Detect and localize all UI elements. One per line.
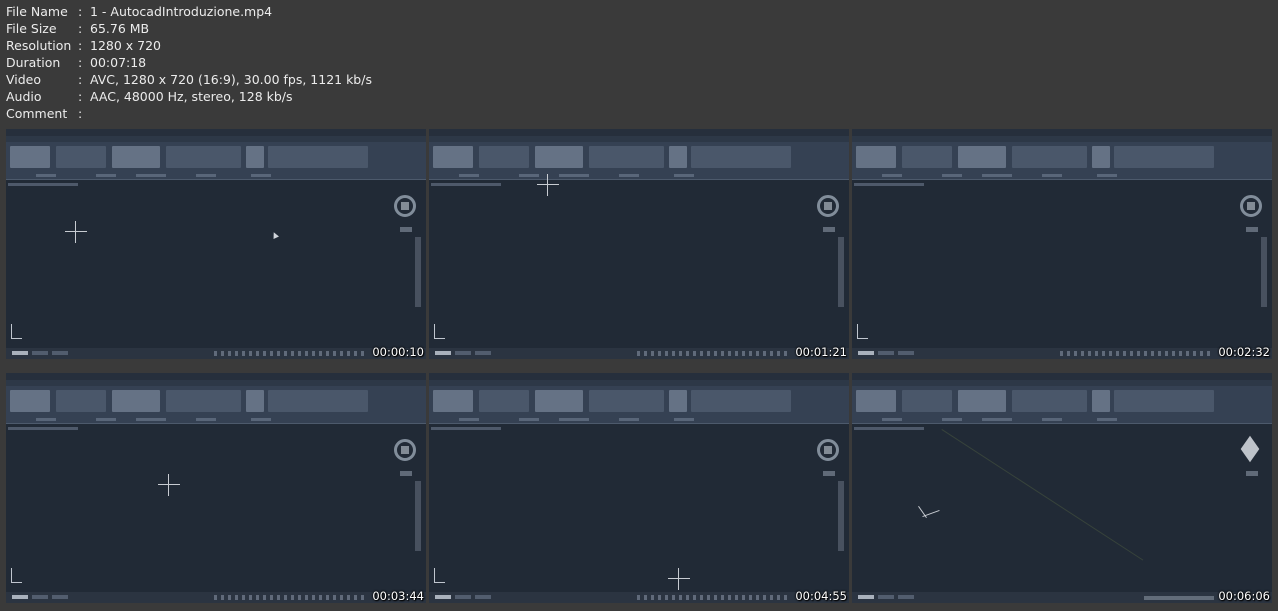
navigation-wheel-icon[interactable] bbox=[817, 439, 839, 461]
thumbnail-grid: 00:00:10 00:01:21 00:02:32 00:03:44 00:0… bbox=[6, 129, 1272, 607]
ribbon-toolbar bbox=[429, 142, 849, 180]
ucs-axis-icon bbox=[11, 324, 22, 339]
ribbon-toolbar bbox=[852, 386, 1272, 424]
view-control bbox=[1246, 227, 1258, 232]
info-separator: : bbox=[78, 21, 83, 36]
timestamp: 00:04:55 bbox=[795, 589, 847, 603]
vertical-scrollbar[interactable] bbox=[838, 237, 844, 307]
ucs-axis-icon bbox=[914, 501, 944, 521]
title-bar bbox=[429, 129, 849, 136]
info-value: 1280 x 720 bbox=[90, 38, 162, 53]
info-value: AAC, 48000 Hz, stereo, 128 kb/s bbox=[90, 89, 293, 104]
video-thumbnail[interactable]: 00:04:55 bbox=[429, 373, 849, 603]
timestamp: 00:06:06 bbox=[1218, 589, 1270, 603]
ucs-axis-icon bbox=[434, 324, 445, 339]
info-key: File Name bbox=[6, 4, 68, 19]
info-row-video: Video : AVC, 1280 x 720 (16:9), 30.00 fp… bbox=[6, 71, 372, 88]
video-thumbnail[interactable]: 00:06:06 bbox=[852, 373, 1272, 603]
drawing-canvas[interactable] bbox=[852, 180, 1272, 348]
info-value: 00:07:18 bbox=[90, 55, 147, 70]
ribbon-toolbar bbox=[852, 142, 1272, 180]
vertical-scrollbar[interactable] bbox=[415, 481, 421, 551]
title-bar bbox=[6, 373, 426, 380]
drawing-canvas[interactable] bbox=[6, 424, 426, 592]
info-separator: : bbox=[78, 38, 83, 53]
info-row-comment: Comment : bbox=[6, 105, 372, 122]
video-thumbnail[interactable]: 00:02:32 bbox=[852, 129, 1272, 359]
drawing-canvas[interactable] bbox=[6, 180, 426, 348]
info-row-file-name: File Name : 1 - AutocadIntroduzione.mp4 bbox=[6, 3, 372, 20]
vertical-scrollbar[interactable] bbox=[1261, 237, 1267, 307]
status-bar bbox=[852, 348, 1272, 359]
viewport-label bbox=[854, 183, 924, 186]
ucs-axis-icon bbox=[11, 568, 22, 583]
info-separator: : bbox=[78, 55, 83, 70]
info-separator: : bbox=[78, 106, 83, 121]
info-key: Resolution bbox=[6, 38, 72, 53]
file-info-panel: File Name : 1 - AutocadIntroduzione.mp4 … bbox=[6, 3, 372, 122]
info-row-audio: Audio : AAC, 48000 Hz, stereo, 128 kb/s bbox=[6, 88, 372, 105]
info-row-duration: Duration : 00:07:18 bbox=[6, 54, 372, 71]
info-row-resolution: Resolution : 1280 x 720 bbox=[6, 37, 372, 54]
info-value: 1 - AutocadIntroduzione.mp4 bbox=[90, 4, 273, 19]
navigation-wheel-icon[interactable] bbox=[394, 195, 416, 217]
ribbon-toolbar bbox=[429, 386, 849, 424]
info-value: AVC, 1280 x 720 (16:9), 30.00 fps, 1121 … bbox=[90, 72, 372, 87]
crosshair-cursor-icon bbox=[65, 221, 87, 243]
view-control bbox=[823, 471, 835, 476]
info-row-file-size: File Size : 65.76 MB bbox=[6, 20, 372, 37]
ribbon-toolbar bbox=[6, 386, 426, 424]
video-thumbnail[interactable]: 00:00:10 bbox=[6, 129, 426, 359]
status-bar bbox=[6, 592, 426, 603]
ucs-axis-icon bbox=[434, 568, 445, 583]
view-control bbox=[1246, 471, 1258, 476]
viewport-label bbox=[431, 183, 501, 186]
info-key: Audio bbox=[6, 89, 42, 104]
navigation-wheel-icon[interactable] bbox=[817, 195, 839, 217]
video-thumbnail[interactable]: 00:03:44 bbox=[6, 373, 426, 603]
timestamp: 00:01:21 bbox=[795, 345, 847, 359]
video-thumbnail[interactable]: 00:01:21 bbox=[429, 129, 849, 359]
view-control bbox=[400, 471, 412, 476]
drawing-canvas[interactable] bbox=[429, 180, 849, 348]
title-bar bbox=[6, 129, 426, 136]
crosshair-cursor-icon bbox=[537, 174, 559, 196]
info-key: File Size bbox=[6, 21, 57, 36]
info-value: 65.76 MB bbox=[90, 21, 150, 36]
ucs-axis-icon bbox=[857, 324, 868, 339]
title-bar bbox=[852, 129, 1272, 136]
title-bar bbox=[852, 373, 1272, 380]
info-key: Comment bbox=[6, 106, 68, 121]
viewport-label bbox=[8, 183, 78, 186]
info-separator: : bbox=[78, 89, 83, 104]
drawing-canvas[interactable] bbox=[429, 424, 849, 592]
status-bar bbox=[429, 348, 849, 359]
crosshair-cursor-icon bbox=[158, 474, 180, 496]
crosshair-cursor-icon bbox=[668, 568, 690, 590]
timestamp: 00:02:32 bbox=[1218, 345, 1270, 359]
view-control bbox=[823, 227, 835, 232]
info-separator: : bbox=[78, 4, 83, 19]
viewport-label bbox=[431, 427, 501, 430]
ribbon-toolbar bbox=[6, 142, 426, 180]
view-control bbox=[400, 227, 412, 232]
vertical-scrollbar[interactable] bbox=[838, 481, 844, 551]
timestamp: 00:00:10 bbox=[372, 345, 424, 359]
viewport-label bbox=[8, 427, 78, 430]
viewport-label bbox=[854, 427, 924, 430]
status-bar bbox=[6, 348, 426, 359]
status-bar bbox=[429, 592, 849, 603]
info-key: Video bbox=[6, 72, 42, 87]
viewcube-icon[interactable] bbox=[1238, 437, 1264, 463]
navigation-wheel-icon[interactable] bbox=[1240, 195, 1262, 217]
info-separator: : bbox=[78, 72, 83, 87]
status-bar bbox=[852, 592, 1272, 603]
info-key: Duration bbox=[6, 55, 61, 70]
timestamp: 00:03:44 bbox=[372, 589, 424, 603]
title-bar bbox=[429, 373, 849, 380]
navigation-wheel-icon[interactable] bbox=[394, 439, 416, 461]
vertical-scrollbar[interactable] bbox=[415, 237, 421, 307]
